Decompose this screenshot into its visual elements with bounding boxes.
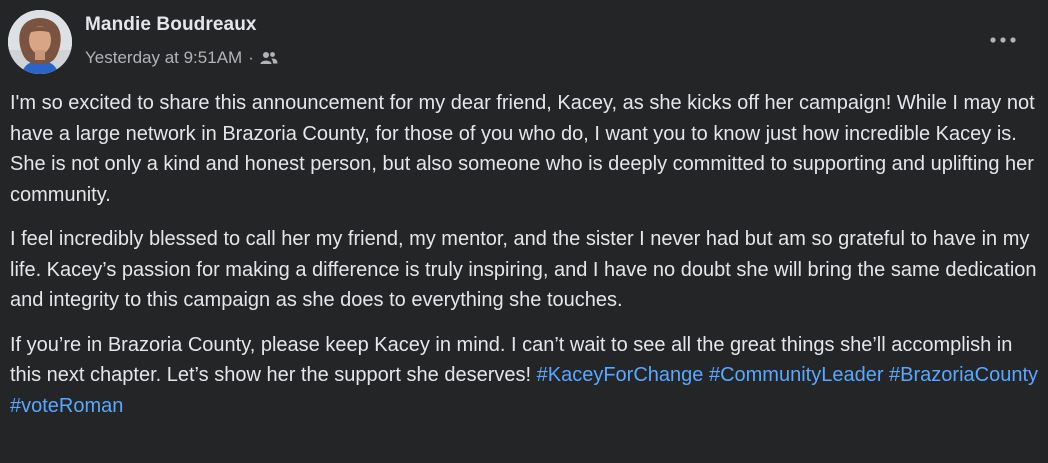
hashtag-link[interactable]: #KaceyForChange bbox=[537, 364, 704, 386]
avatar[interactable] bbox=[8, 10, 72, 74]
facebook-post: Mandie Boudreaux Yesterday at 9:51AM · I… bbox=[0, 0, 1048, 463]
hashtag-link[interactable]: #CommunityLeader bbox=[709, 364, 884, 386]
friends-icon[interactable] bbox=[260, 50, 280, 66]
post-paragraph: I'm so excited to share this announcemen… bbox=[10, 92, 1035, 206]
hashtag-link[interactable]: #BrazoriaCounty bbox=[889, 364, 1038, 386]
post-paragraph: If you’re in Brazoria County, please kee… bbox=[10, 330, 1044, 422]
post-header: Mandie Boudreaux Yesterday at 9:51AM · bbox=[8, 10, 1038, 76]
profile-photo bbox=[8, 10, 72, 74]
post-meta: Yesterday at 9:51AM · bbox=[85, 48, 280, 68]
more-options-icon[interactable] bbox=[984, 28, 1022, 52]
post-timestamp[interactable]: Yesterday at 9:51AM bbox=[85, 48, 242, 68]
meta-separator: · bbox=[248, 48, 254, 67]
post-content: I'm so excited to share this announcemen… bbox=[10, 88, 1044, 435]
author-name[interactable]: Mandie Boudreaux bbox=[85, 14, 257, 36]
hashtag-link[interactable]: #voteRoman bbox=[10, 395, 123, 417]
post-paragraph: I feel incredibly blessed to call her my… bbox=[10, 228, 1037, 311]
